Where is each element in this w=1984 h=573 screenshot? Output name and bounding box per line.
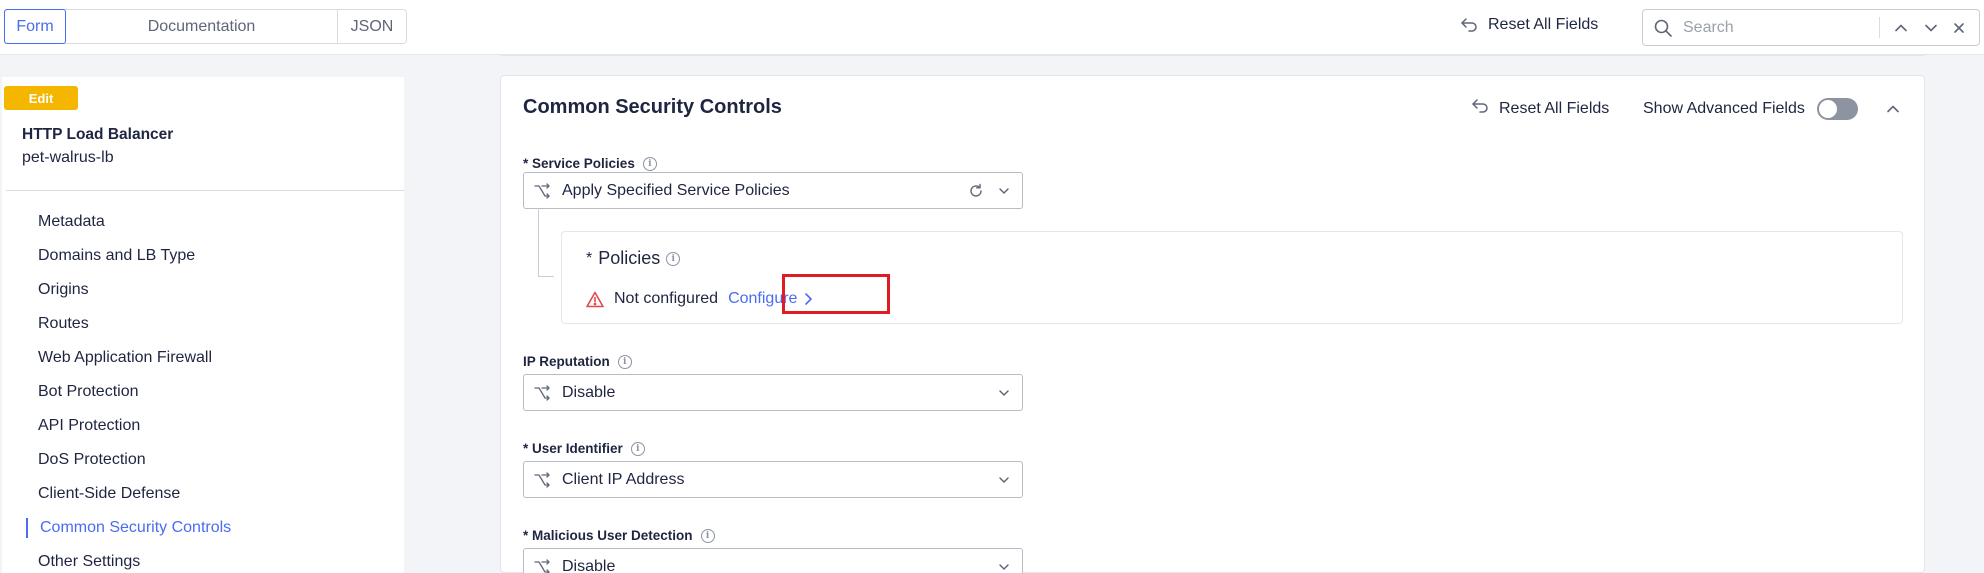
chevron-down-icon	[999, 477, 1009, 484]
nav-item-metadata[interactable]: Metadata	[2, 205, 404, 239]
ip-reputation-select[interactable]: Disable	[523, 374, 1023, 411]
show-advanced-fields-toggle[interactable]	[1816, 98, 1858, 120]
tab-form[interactable]: Form	[4, 9, 66, 44]
service-policies-label-text: * Service Policies	[523, 156, 635, 171]
nav-item-client-side-defense[interactable]: Client-Side Defense	[2, 477, 404, 511]
malicious-user-detection-label: * Malicious User Detection i	[523, 528, 715, 543]
configure-highlight	[782, 274, 890, 314]
policies-status: Not configured	[614, 290, 719, 307]
service-policies-value: Apply Specified Service Policies	[562, 181, 790, 199]
undo-icon	[1460, 17, 1478, 33]
chevron-up-icon	[1887, 105, 1899, 113]
collapse-section-button[interactable]	[1884, 100, 1902, 118]
previous-section-edge	[500, 55, 1925, 56]
section-reset-all-fields-button[interactable]: Reset All Fields	[1471, 98, 1609, 119]
info-icon[interactable]: i	[700, 528, 715, 543]
choice-icon	[534, 182, 550, 199]
view-mode-tabs: Form Documentation JSON	[4, 9, 407, 44]
section-reset-label: Reset All Fields	[1499, 99, 1610, 117]
choice-icon	[534, 384, 550, 401]
malicious-user-detection-value: Disable	[562, 557, 616, 573]
search-icon	[1654, 19, 1672, 37]
chevron-up-icon	[1895, 24, 1907, 32]
nav-item-common-security-controls[interactable]: Common Security Controls	[2, 511, 404, 545]
search-box	[1642, 9, 1980, 46]
info-icon[interactable]: i	[666, 251, 681, 266]
tree-connector	[538, 208, 554, 277]
refresh-icon[interactable]	[968, 183, 984, 199]
nav-item-dos-protection[interactable]: DoS Protection	[2, 443, 404, 477]
nav-item-origins[interactable]: Origins	[2, 273, 404, 307]
choice-icon	[534, 558, 550, 573]
search-divider	[1879, 17, 1880, 38]
chevron-down-icon	[999, 564, 1009, 571]
nav-item-api-protection[interactable]: API Protection	[2, 409, 404, 443]
service-policies-label: * Service Policies i	[523, 156, 657, 171]
choice-icon	[534, 471, 550, 488]
user-identifier-value: Client IP Address	[562, 470, 685, 488]
info-icon[interactable]: i	[642, 156, 657, 171]
nav-item-web-application-firewall[interactable]: Web Application Firewall	[2, 341, 404, 375]
warning-icon	[586, 291, 604, 307]
show-advanced-fields-control: Show Advanced Fields	[1643, 98, 1858, 120]
user-identifier-label: * User Identifier i	[523, 441, 645, 456]
nav-item-routes[interactable]: Routes	[2, 307, 404, 341]
chevron-down-icon	[999, 188, 1009, 195]
chevron-down-icon	[999, 390, 1009, 397]
ip-reputation-label: IP Reputation i	[523, 354, 632, 369]
object-name: pet-walrus-lb	[22, 149, 114, 166]
user-identifier-select[interactable]: Client IP Address	[523, 461, 1023, 498]
nav-divider	[6, 190, 404, 191]
close-icon	[1954, 23, 1964, 33]
chevron-down-icon	[1925, 24, 1937, 32]
reset-all-fields-label: Reset All Fields	[1488, 16, 1599, 33]
required-mark: *	[586, 249, 593, 267]
service-policies-select[interactable]: Apply Specified Service Policies	[523, 172, 1023, 209]
tab-documentation[interactable]: Documentation	[66, 10, 338, 43]
ip-reputation-label-text: IP Reputation	[523, 354, 610, 369]
reset-all-fields-button[interactable]: Reset All Fields	[1460, 16, 1598, 34]
edit-badge: Edit	[4, 86, 78, 110]
nav-item-other-settings[interactable]: Other Settings	[2, 545, 404, 573]
tab-json[interactable]: JSON	[338, 10, 406, 43]
show-advanced-fields-label: Show Advanced Fields	[1643, 100, 1805, 117]
search-previous-button[interactable]	[1891, 18, 1911, 38]
search-clear-button[interactable]	[1949, 18, 1969, 38]
top-toolbar: Form Documentation JSON Reset All Fields	[0, 0, 1984, 55]
user-identifier-label-text: * User Identifier	[523, 441, 623, 456]
section-title: Common Security Controls	[523, 96, 782, 118]
info-icon[interactable]: i	[630, 441, 645, 456]
policies-label: Policies	[598, 248, 661, 268]
malicious-user-detection-select[interactable]: Disable	[523, 548, 1023, 573]
nav-item-bot-protection[interactable]: Bot Protection	[2, 375, 404, 409]
search-input[interactable]	[1683, 18, 1873, 37]
policies-title: * Policies i	[586, 248, 681, 269]
nav-item-domains-and-lb-type[interactable]: Domains and LB Type	[2, 239, 404, 273]
common-security-controls-section: Common Security Controls Reset All Field…	[500, 75, 1925, 573]
section-navigation: Edit HTTP Load Balancer pet-walrus-lb Me…	[2, 77, 404, 573]
ip-reputation-value: Disable	[562, 383, 616, 401]
undo-icon	[1471, 98, 1489, 119]
search-next-button[interactable]	[1921, 18, 1941, 38]
malicious-user-detection-label-text: * Malicious User Detection	[523, 528, 693, 543]
nav-list: Metadata Domains and LB Type Origins Rou…	[2, 205, 404, 573]
info-icon[interactable]: i	[617, 354, 632, 369]
object-type: HTTP Load Balancer	[22, 126, 174, 143]
policies-subsection: * Policies i Not configured Configure	[561, 231, 1903, 324]
